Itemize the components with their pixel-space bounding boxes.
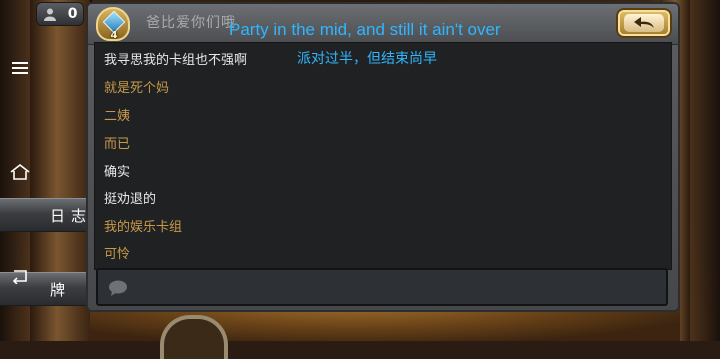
side-tab-deck-label: 牌 xyxy=(50,280,72,299)
friend-name: 爸比爱你们哦 xyxy=(146,15,236,31)
friend-level: 4 xyxy=(110,30,118,41)
speech-bubble-icon xyxy=(109,280,127,296)
home-icon[interactable] xyxy=(6,158,34,186)
friends-status-pill[interactable]: 0 xyxy=(36,2,84,26)
friends-icon xyxy=(43,8,56,21)
chat-message: 就是死个妈 xyxy=(104,81,170,96)
chat-message: 挺劝退的 xyxy=(104,192,157,207)
side-tab-log[interactable]: 日志 xyxy=(0,198,92,232)
chat-message: 我寻思我的卡组也不强啊 xyxy=(104,53,248,68)
chat-message: 我的娱乐卡组 xyxy=(104,220,183,235)
chat-input[interactable] xyxy=(96,268,668,306)
subtitle-english: Party in the mid, and still it ain't ove… xyxy=(229,20,501,39)
chat-message: 可怜 xyxy=(104,247,131,262)
friends-online-count: 0 xyxy=(67,6,78,22)
back-arrow-icon xyxy=(634,17,654,28)
friend-rank-badge: 4 xyxy=(96,7,130,41)
chat-message: 二姨 xyxy=(104,109,131,124)
back-icon[interactable] xyxy=(6,262,34,290)
chat-message: 确实 xyxy=(104,165,131,180)
message-list[interactable]: 我寻思我的卡组也不强啊 就是死个妈二姨而已确实挺劝退的我的娱乐卡组 可怜 xyxy=(94,42,672,270)
subtitle-chinese: 派对过半，但结束尚早 xyxy=(297,51,437,67)
chat-back-button[interactable] xyxy=(616,8,672,38)
background-ornament xyxy=(160,315,228,359)
chat-message: 而已 xyxy=(104,137,131,152)
menu-icon[interactable] xyxy=(6,54,34,82)
